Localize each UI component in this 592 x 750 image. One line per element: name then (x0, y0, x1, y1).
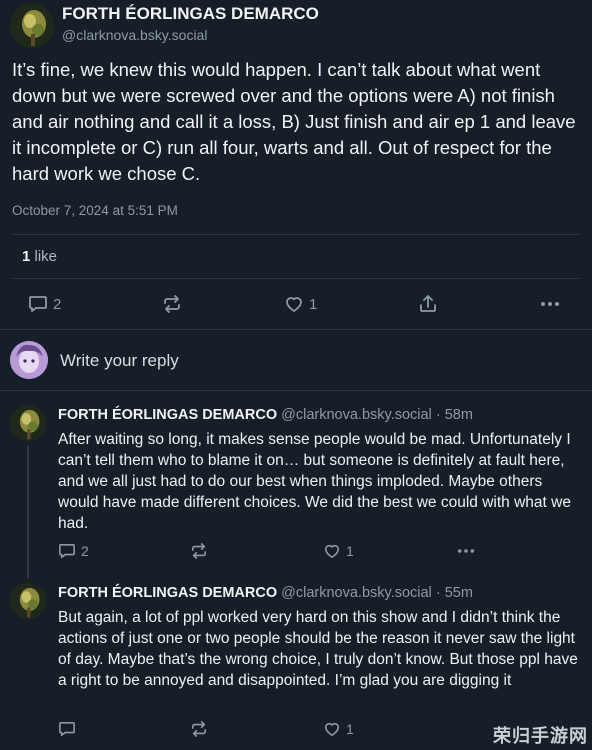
reply-time[interactable]: 55m (445, 585, 473, 601)
post-text: It’s fine, we knew this would happen. I … (12, 59, 576, 184)
repost-icon (164, 295, 180, 313)
separator: · (435, 407, 441, 423)
reply-icon (29, 296, 47, 312)
divider (12, 234, 580, 235)
likes-summary[interactable]: 1 like (22, 248, 57, 265)
repost-button[interactable] (190, 721, 208, 737)
post-timestamp: October 7, 2024 at 5:51 PM (12, 203, 178, 218)
reply-time[interactable]: 58m (445, 407, 473, 423)
repost-icon (191, 721, 207, 737)
more-button[interactable] (457, 548, 475, 554)
repost-button[interactable] (190, 543, 208, 559)
like-count: 1 (346, 721, 354, 737)
reply-count: 2 (53, 295, 62, 313)
reply-author-handle[interactable]: @clarknova.bsky.social (281, 407, 432, 423)
share-button[interactable] (418, 294, 438, 314)
more-button[interactable] (540, 301, 560, 307)
reply-text: After waiting so long, it makes sense pe… (58, 431, 571, 532)
avatar-image (10, 4, 54, 48)
more-icon (457, 549, 475, 553)
reply-text: But again, a lot of ppl worked very hard… (58, 609, 578, 689)
more-icon (541, 302, 559, 306)
reply-header: FORTH ÉORLINGAS DEMARCO @clarknova.bsky.… (58, 585, 473, 601)
like-button[interactable]: 1 (323, 543, 354, 559)
like-count: 1 (346, 543, 354, 559)
reply-button[interactable] (58, 721, 76, 737)
like-button[interactable]: 1 (284, 295, 317, 313)
avatar-image (10, 405, 46, 441)
author-handle[interactable]: @clarknova.bsky.social (62, 27, 207, 43)
reply-author-name[interactable]: FORTH ÉORLINGAS DEMARCO (58, 407, 277, 423)
reply-input[interactable]: Write your reply (60, 351, 179, 371)
author-name[interactable]: FORTH ÉORLINGAS DEMARCO (62, 4, 319, 24)
divider (0, 390, 592, 391)
share-icon (420, 295, 436, 312)
reply-count: 2 (81, 543, 89, 559)
like-icon (324, 544, 340, 559)
likes-label: like (34, 248, 58, 265)
reply-author-name[interactable]: FORTH ÉORLINGAS DEMARCO (58, 585, 277, 601)
separator: · (435, 585, 441, 601)
repost-button[interactable] (162, 295, 182, 313)
watermark: 荣归手游网 (493, 726, 588, 746)
like-icon (286, 297, 302, 312)
avatar-image (10, 341, 48, 379)
reply-author-handle[interactable]: @clarknova.bsky.social (281, 585, 432, 601)
author-avatar[interactable] (10, 4, 54, 48)
reply-header: FORTH ÉORLINGAS DEMARCO @clarknova.bsky.… (58, 407, 473, 423)
reply-button[interactable]: 2 (28, 295, 61, 313)
repost-icon (191, 543, 207, 559)
divider (0, 329, 592, 330)
current-user-avatar (10, 341, 48, 379)
like-button[interactable]: 1 (323, 721, 354, 737)
thread-line (27, 446, 29, 578)
reply-icon (59, 543, 75, 559)
reply-icon (59, 721, 75, 737)
reply-button[interactable]: 2 (58, 543, 89, 559)
like-icon (324, 722, 340, 737)
likes-count: 1 (22, 248, 31, 265)
avatar-image (10, 583, 46, 619)
reply-author-avatar[interactable] (10, 405, 46, 441)
like-count: 1 (309, 295, 318, 313)
divider (12, 278, 580, 279)
reply-author-avatar[interactable] (10, 583, 46, 619)
